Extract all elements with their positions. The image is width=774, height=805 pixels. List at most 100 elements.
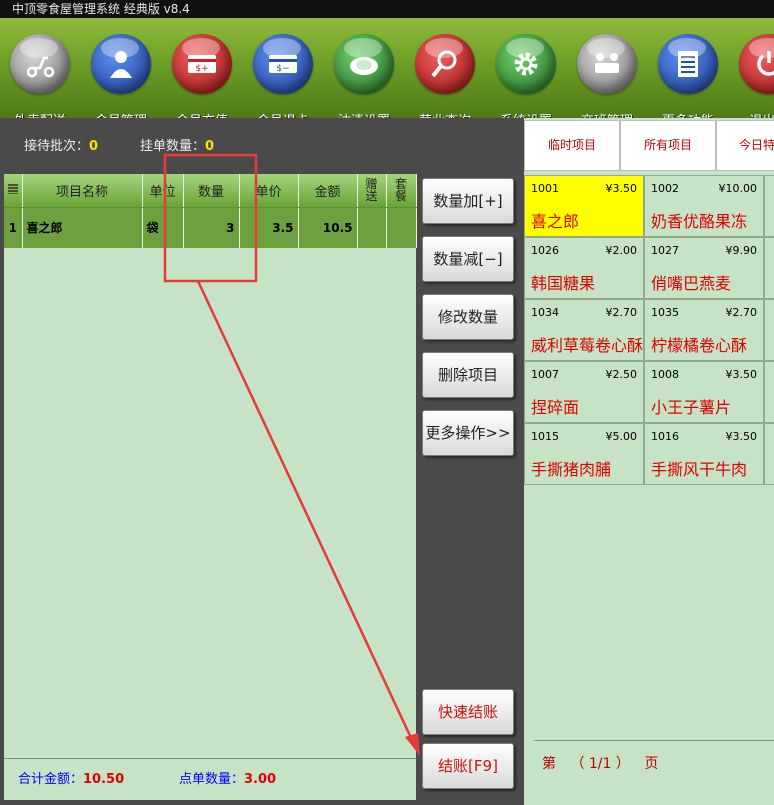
pager-prefix: 第 <box>542 756 556 772</box>
product-code: 1002 <box>651 182 679 195</box>
row-gift <box>357 207 387 248</box>
product-name: 手撕风干牛肉 <box>651 460 748 479</box>
row-combo <box>386 207 417 248</box>
product-code: 1015 <box>531 430 559 443</box>
delete-item-button[interactable]: 删除项目 <box>422 352 514 398</box>
column-header-gift[interactable]: 赠送 <box>357 174 387 208</box>
toolbar-member-button[interactable]: 会员管理 <box>81 34 161 118</box>
gear-icon <box>496 34 556 94</box>
handover-icon <box>577 34 637 94</box>
card-recharge-icon: $+ <box>172 34 232 94</box>
svg-text:$−: $− <box>276 64 289 74</box>
toolbar-label: 营业查询 <box>405 110 485 118</box>
card-return-icon: $− <box>253 34 313 94</box>
product-tile[interactable]: 1001 ¥3.50 喜之郎 <box>524 175 644 237</box>
toolbar-soldout-button[interactable]: 沽清设置 <box>324 34 404 118</box>
product-name: 喜之郎 <box>531 212 580 231</box>
reception-batch-value: 0 <box>89 139 99 154</box>
row-name: 喜之郎 <box>22 207 143 248</box>
product-panel: 临时项目 所有项目 今日特 1001 ¥3.50 喜之郎 1002 ¥10.00… <box>524 118 774 805</box>
toolbar-settings-button[interactable]: 系统设置 <box>486 34 566 118</box>
qty-add-button[interactable]: 数量加[+] <box>422 178 514 224</box>
edit-qty-button[interactable]: 修改数量 <box>422 294 514 340</box>
toolbar-handover-button[interactable]: 交班管理 <box>567 34 647 118</box>
product-price: ¥2.70 <box>725 306 758 319</box>
tab-all-items[interactable]: 所有项目 <box>620 120 716 171</box>
product-name: 奶香优酪果冻 <box>651 212 748 231</box>
product-price: ¥3.50 <box>725 368 758 381</box>
pending-count: 挂单数量：0 <box>140 126 214 168</box>
list-icon <box>658 34 718 94</box>
toolbar-delivery-button[interactable]: 外卖配送 <box>0 34 80 118</box>
product-name: 俏嘴巴燕麦 <box>651 274 732 293</box>
product-name: 小王子薯片 <box>651 398 732 417</box>
product-tile[interactable]: 1007 ¥2.50 捏碎面 <box>524 361 644 423</box>
product-price: ¥3.50 <box>605 182 638 195</box>
row-amount: 10.5 <box>298 207 358 248</box>
order-list[interactable]: 项目名称 单位 数量 单价 金额 赠送 套餐 1 喜之郎 袋 3 3.5 10.… <box>4 174 417 800</box>
product-tile[interactable]: 1008 ¥3.50 小王子薯片 <box>644 361 764 423</box>
product-tile[interactable]: 1016 ¥3.50 手撕风干牛肉 <box>644 423 764 485</box>
reception-batch: 接待批次：0 <box>24 126 98 168</box>
window-title-bar: 中顶零食屋管理系统 经典版 v8.4 <box>0 0 774 18</box>
product-code: 1001 <box>531 182 559 195</box>
product-code: 1027 <box>651 244 679 257</box>
qty-subtract-button[interactable]: 数量减[−] <box>422 236 514 282</box>
column-header-name[interactable]: 项目名称 <box>22 174 143 208</box>
product-code: 1026 <box>531 244 559 257</box>
toolbar-label: 会员管理 <box>81 110 161 118</box>
checkout-button[interactable]: 结账[F9] <box>422 743 514 789</box>
toolbar-label: 系统设置 <box>486 110 566 118</box>
scooter-icon <box>10 34 70 94</box>
column-header-price[interactable]: 单价 <box>239 174 299 208</box>
column-header-combo[interactable]: 套餐 <box>386 174 417 208</box>
pager-suffix: 页 <box>644 756 659 772</box>
product-tile[interactable]: 1015 ¥5.00 手撕猪肉脯 <box>524 423 644 485</box>
toolbar-more-button[interactable]: 更多功能 <box>648 34 728 118</box>
product-tile[interactable]: 1034 ¥2.70 威利草莓卷心酥 <box>524 299 644 361</box>
tab-temporary-items[interactable]: 临时项目 <box>524 120 620 171</box>
product-code: 1007 <box>531 368 559 381</box>
product-tile-partial[interactable] <box>764 361 774 423</box>
product-tile-partial[interactable] <box>764 299 774 361</box>
tab-today-special[interactable]: 今日特 <box>716 120 774 171</box>
quick-checkout-button[interactable]: 快速结账 <box>422 689 514 735</box>
pager-value[interactable]: （ 1/1 ） <box>560 756 639 772</box>
product-price: ¥2.70 <box>605 306 638 319</box>
product-name: 威利草莓卷心酥 <box>531 336 644 355</box>
product-price: ¥2.50 <box>605 368 638 381</box>
total-amount-value: 10.50 <box>83 772 125 787</box>
toolbar-business-query-button[interactable]: 营业查询 <box>405 34 485 118</box>
table-row[interactable]: 1 喜之郎 袋 3 3.5 10.5 <box>4 207 417 248</box>
total-amount-label: 合计金额： <box>18 772 84 787</box>
product-name: 韩国糖果 <box>531 274 596 293</box>
toolbar-recharge-button[interactable]: $+ 会员充值 <box>162 34 242 118</box>
column-header-qty[interactable]: 数量 <box>183 174 240 208</box>
product-tile-partial[interactable] <box>764 175 774 237</box>
product-price: ¥5.00 <box>605 430 638 443</box>
toolbar-exit-button[interactable]: 退出系 <box>729 34 774 118</box>
product-grid: 1001 ¥3.50 喜之郎 1002 ¥10.00 奶香优酪果冻 1026 ¥… <box>524 175 774 485</box>
product-tile[interactable]: 1035 ¥2.70 柠檬橘卷心酥 <box>644 299 764 361</box>
toolbar-label: 沽清设置 <box>324 110 404 118</box>
row-qty: 3 <box>183 207 240 248</box>
more-operations-button[interactable]: 更多操作>> <box>422 410 514 456</box>
row-menu-icon[interactable] <box>4 174 23 208</box>
row-price: 3.5 <box>239 207 299 248</box>
product-code: 1034 <box>531 306 559 319</box>
product-tile[interactable]: 1026 ¥2.00 韩国糖果 <box>524 237 644 299</box>
product-tile[interactable]: 1002 ¥10.00 奶香优酪果冻 <box>644 175 764 237</box>
order-count-value: 3.00 <box>244 772 277 787</box>
search-icon <box>415 34 475 94</box>
product-tile[interactable]: 1027 ¥9.90 俏嘴巴燕麦 <box>644 237 764 299</box>
product-tile-partial[interactable] <box>764 237 774 299</box>
row-index: 1 <box>4 207 23 248</box>
toolbar-refund-card-button[interactable]: $− 会员退卡 <box>243 34 323 118</box>
svg-text:$+: $+ <box>195 64 208 74</box>
column-header-gift-text: 赠送 <box>365 177 378 204</box>
column-header-amount[interactable]: 金额 <box>298 174 358 208</box>
product-tile-partial[interactable] <box>764 423 774 485</box>
order-totals: 合计金额：10.50 点单数量：3.00 <box>4 758 416 800</box>
column-header-unit[interactable]: 单位 <box>142 174 184 208</box>
product-price: ¥3.50 <box>725 430 758 443</box>
